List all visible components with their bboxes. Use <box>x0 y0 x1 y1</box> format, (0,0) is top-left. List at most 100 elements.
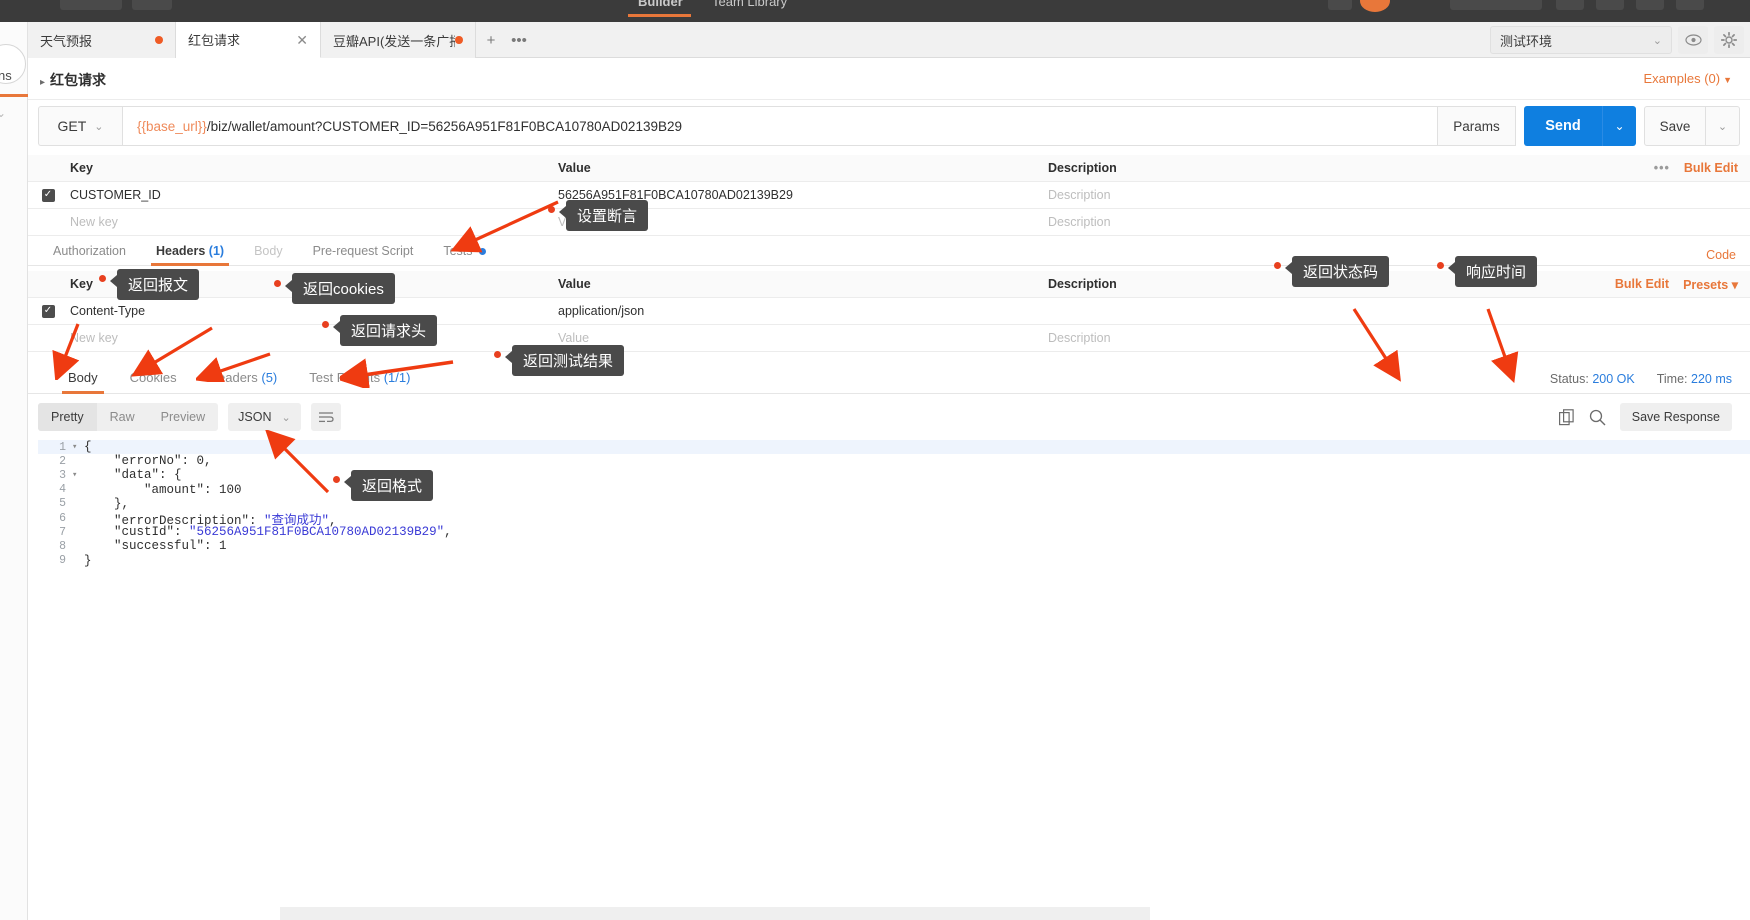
url-input[interactable]: {{base_url}}/biz/wallet/amount?CUSTOMER_… <box>122 106 1438 146</box>
environment-controls: 测试环境 ⌄ <box>1490 26 1744 54</box>
code-line: 4 "amount": 100 <box>38 483 1750 497</box>
add-tab-button[interactable]: + <box>478 22 504 58</box>
send-options-button[interactable]: ⌄ <box>1602 106 1636 146</box>
request-tab-douban[interactable]: 豆瓣API(发送一条广播 <box>321 22 476 58</box>
wrap-lines-button[interactable] <box>310 403 341 431</box>
code-line: 1 ▾ { <box>38 440 1750 455</box>
tab-label: Headers <box>208 370 258 385</box>
table-row[interactable]: ✓ CUSTOMER_ID 56256A951F81F0BCA10780AD02… <box>28 182 1750 209</box>
params-table: Key Value Description ••• Bulk Edit ✓ CU… <box>28 155 1750 236</box>
annotation-return-format: 返回格式 <box>351 470 434 501</box>
tab-body[interactable]: Body <box>239 244 298 265</box>
code-text: "successful": 1 <box>84 539 227 554</box>
save-button[interactable]: Save <box>1644 106 1706 146</box>
headers-new-key-input[interactable]: New key <box>68 331 558 345</box>
response-body-editor[interactable]: 1 ▾ { 2 "errorNo": 0, 3 ▾ "data": { 4 "a… <box>38 440 1750 820</box>
annotation-dot <box>494 351 501 358</box>
request-tab-weather[interactable]: 天气预报 <box>28 22 176 58</box>
request-tab-label: 豆瓣API(发送一条广播 <box>333 33 456 49</box>
save-options-button[interactable]: ⌄ <box>1706 106 1740 146</box>
params-toggle-button[interactable]: Params <box>1438 106 1516 146</box>
params-new-key-input[interactable]: New key <box>68 215 558 229</box>
search-icon[interactable] <box>1589 409 1606 426</box>
tab-authorization[interactable]: Authorization <box>38 244 141 265</box>
http-method-selector[interactable]: GET ⌄ <box>38 106 122 146</box>
headers-bulk-edit-button[interactable]: Bulk Edit <box>1615 277 1669 291</box>
environment-selected-label: 测试环境 <box>1500 33 1553 49</box>
headers-row-key[interactable]: Content-Type <box>68 304 558 318</box>
titlebar-refresh-icon[interactable] <box>1556 0 1584 10</box>
sidebar-chevron-down-icon[interactable]: ⌄ <box>0 106 6 120</box>
headers-row-checkbox[interactable]: ✓ <box>28 304 68 318</box>
headers-new-description-input[interactable]: Description <box>1048 331 1750 345</box>
response-tab-headers[interactable]: Headers (5) <box>193 370 294 393</box>
tab-label: Cookies <box>129 370 177 385</box>
environment-quick-look-button[interactable] <box>1678 26 1708 54</box>
table-row[interactable]: New key Value Description <box>28 325 1750 352</box>
nav-tab-builder[interactable]: Builder <box>638 0 683 9</box>
format-label: JSON <box>238 410 272 424</box>
params-row-checkbox[interactable]: ✓ <box>28 188 68 202</box>
params-more-button[interactable]: ••• <box>1654 161 1670 175</box>
nav-tab-team-library[interactable]: Team Library <box>712 0 787 9</box>
examples-dropdown[interactable]: Examples (0) ▼ <box>1644 71 1733 86</box>
view-preview[interactable]: Preview <box>148 403 218 431</box>
params-bulk-edit-button[interactable]: Bulk Edit <box>1684 161 1738 175</box>
line-number: 1 <box>59 440 66 454</box>
tab-tests[interactable]: Tests <box>428 244 500 265</box>
line-number: 3 <box>59 468 66 482</box>
request-tab-hongbao[interactable]: 红包请求 ✕ <box>176 22 321 58</box>
titlebar-message-icon[interactable] <box>1636 0 1664 10</box>
copy-icon[interactable] <box>1558 408 1575 426</box>
tests-indicator-dot-icon <box>478 248 486 256</box>
params-new-description-input[interactable]: Description <box>1048 215 1750 229</box>
code-text: "custId": "56256A951F81F0BCA10780AD02139… <box>84 525 452 540</box>
response-tab-body[interactable]: Body <box>52 370 114 394</box>
view-raw[interactable]: Raw <box>97 403 148 431</box>
bottom-scroll-strip[interactable] <box>280 907 1150 920</box>
headers-presets-button[interactable]: Presets ▾ <box>1683 277 1738 292</box>
view-pretty[interactable]: Pretty <box>38 403 97 431</box>
save-response-button[interactable]: Save Response <box>1619 403 1732 431</box>
http-method-label: GET <box>57 118 87 134</box>
params-row-key[interactable]: CUSTOMER_ID <box>68 188 558 202</box>
headers-new-value-input[interactable]: Value <box>558 331 1048 345</box>
headers-row-value[interactable]: application/json <box>558 304 1048 318</box>
titlebar-chip-new[interactable] <box>60 0 122 10</box>
titlebar-add-icon[interactable] <box>1596 0 1624 10</box>
chevron-down-icon: ⌄ <box>1652 34 1662 47</box>
tab-more-button[interactable]: ••• <box>506 22 532 58</box>
send-button[interactable]: Send <box>1524 106 1602 146</box>
tab-pre-request-script[interactable]: Pre-request Script <box>298 244 429 265</box>
tab-label: Body <box>68 370 98 385</box>
response-format-selector[interactable]: JSON ⌄ <box>228 403 301 431</box>
chevron-down-icon: ▼ <box>1723 75 1732 85</box>
environment-selector[interactable]: 测试环境 ⌄ <box>1490 26 1672 54</box>
close-icon[interactable]: ✕ <box>296 33 308 47</box>
titlebar-search-box[interactable] <box>1450 0 1542 10</box>
response-tab-test-results[interactable]: Test Results (1/1) <box>293 370 426 393</box>
annotation-tail <box>1448 262 1455 274</box>
app-titlebar: Builder Team Library <box>0 0 1750 22</box>
params-row-description[interactable]: Description <box>1048 188 1750 202</box>
response-tab-cookies[interactable]: Cookies <box>114 370 193 393</box>
response-meta: Status: 200 OK Time: 220 ms <box>1550 372 1732 386</box>
tab-label: Headers <box>155 244 206 258</box>
table-row[interactable]: ✓ Content-Type application/json <box>28 298 1750 325</box>
fold-toggle-icon[interactable]: ▾ <box>72 442 84 452</box>
titlebar-chip-import[interactable] <box>132 0 172 10</box>
breadcrumb[interactable]: ▸ 红包请求 <box>40 70 106 90</box>
titlebar-avatar[interactable] <box>1360 0 1390 12</box>
code-text: } <box>84 553 92 568</box>
line-number: 8 <box>59 539 66 553</box>
code-link[interactable]: Code <box>1706 248 1736 262</box>
titlebar-chip-sync[interactable] <box>1328 0 1352 10</box>
line-number: 2 <box>59 454 66 468</box>
tab-headers[interactable]: Headers (1) <box>141 244 239 266</box>
table-row[interactable]: New key Value Description <box>28 209 1750 236</box>
fold-toggle-icon[interactable]: ▾ <box>72 470 84 480</box>
titlebar-expand-icon[interactable] <box>1676 0 1704 10</box>
settings-button[interactable] <box>1714 26 1744 54</box>
gear-icon <box>1721 32 1737 48</box>
line-number: 6 <box>59 511 66 525</box>
